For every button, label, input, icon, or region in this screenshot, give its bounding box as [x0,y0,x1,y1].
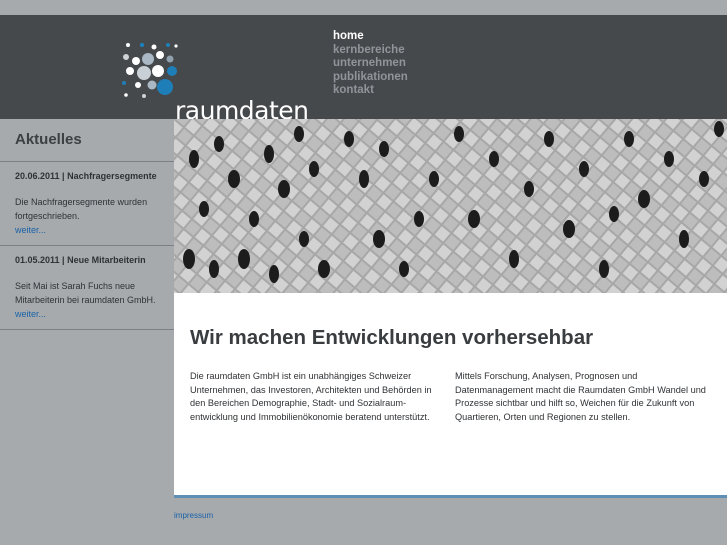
top-strip [0,0,727,15]
content-bottom-rule [174,495,727,498]
content-panel: Wir machen Entwicklungen vorhersehbar Di… [174,293,727,495]
divider [0,245,174,246]
nav-item-kernbereiche[interactable]: kernbereiche [333,44,408,58]
divider [0,329,174,330]
intro-text-left: Die raumdaten GmbH ist ein unabhängiges … [190,371,432,422]
sidebar: Aktuelles 20.06.2011 | Nachfragersegment… [0,119,174,545]
news-more-link[interactable]: weiter... [15,225,46,235]
nav-item-unternehmen[interactable]: unternehmen [333,57,408,71]
news-heading: 01.05.2011 | Neue Mitarbeiterin [15,255,146,265]
news-heading: 20.06.2011 | Nachfragersegmente [15,171,157,181]
impressum-link[interactable]: impressum [174,511,213,520]
news-more-link[interactable]: weiter... [15,309,46,319]
intro-text-right: Mittels Forschung, Analysen, Prognosen u… [455,371,706,422]
news-body: Seit Mai ist Sarah Fuchs neue Mitarbeite… [15,281,156,305]
sidebar-title: Aktuelles [15,131,82,148]
nav-item-home[interactable]: home [333,30,408,44]
nav-item-kontakt[interactable]: kontakt [333,84,408,98]
main-nav: home kernbereiche unternehmen publikatio… [333,30,408,98]
news-body: Die Nachfragersegmente wurden fortgeschr… [15,197,148,221]
hero-photo [174,119,727,293]
page-title: Wir machen Entwicklungen vorhersehbar [190,326,594,349]
nav-item-publikationen[interactable]: publikationen [333,71,408,85]
header: raumdaten home kernbereiche unternehmen … [0,15,727,125]
divider [0,161,174,162]
